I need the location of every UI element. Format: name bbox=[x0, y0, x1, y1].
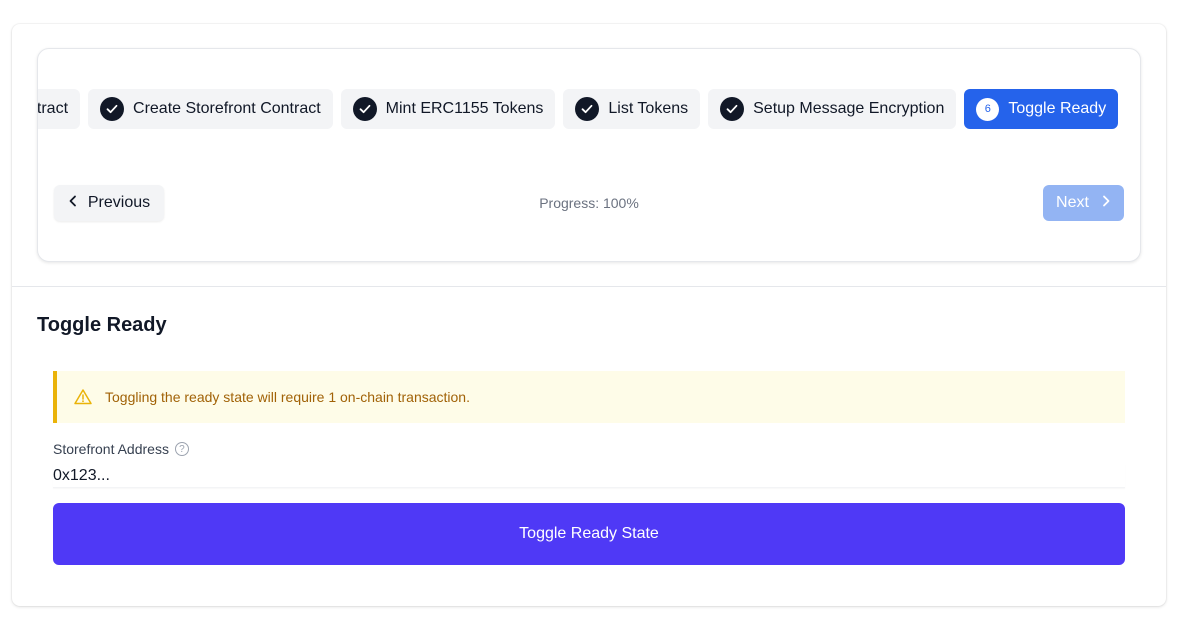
step-toggle-ready[interactable]: 6 Toggle Ready bbox=[964, 89, 1119, 129]
step-mint-erc1155-tokens[interactable]: Mint ERC1155 Tokens bbox=[340, 89, 556, 129]
chevron-right-icon bbox=[1101, 194, 1111, 212]
step-deploy-contract[interactable]: ntract bbox=[38, 89, 81, 129]
steps-row: ntract Create Storefront Contract Mint E… bbox=[38, 89, 1119, 129]
step-label: Mint ERC1155 Tokens bbox=[385, 100, 544, 117]
progress-text: Progress: 100% bbox=[539, 195, 639, 211]
step-create-storefront-contract[interactable]: Create Storefront Contract bbox=[88, 89, 333, 129]
step-label: List Tokens bbox=[608, 100, 689, 117]
step-setup-message-encryption[interactable]: Setup Message Encryption bbox=[708, 89, 957, 129]
check-icon bbox=[352, 97, 377, 121]
step-label: Toggle Ready bbox=[1008, 100, 1107, 117]
warning-triangle-icon bbox=[73, 387, 93, 407]
step-number-badge: 6 bbox=[976, 97, 1000, 121]
section-title: Toggle Ready bbox=[37, 314, 167, 336]
step-label: Setup Message Encryption bbox=[753, 100, 945, 117]
check-icon bbox=[100, 97, 125, 121]
storefront-address-input[interactable] bbox=[53, 464, 1125, 488]
stepper-card: ntract Create Storefront Contract Mint E… bbox=[37, 48, 1141, 262]
next-button[interactable]: Next bbox=[1043, 185, 1124, 221]
check-icon bbox=[720, 97, 745, 121]
question-circle-icon[interactable]: ? bbox=[174, 442, 189, 456]
alert-text: Toggling the ready state will require 1 … bbox=[105, 389, 470, 405]
step-label: Create Storefront Contract bbox=[133, 100, 321, 117]
step-list-tokens[interactable]: List Tokens bbox=[563, 89, 701, 129]
label-text: Storefront Address bbox=[53, 441, 169, 457]
stepper-nav: Previous Progress: 100% Next bbox=[54, 185, 1124, 221]
storefront-address-label: Storefront Address ? bbox=[53, 441, 189, 457]
steps-track[interactable]: ntract Create Storefront Contract Mint E… bbox=[38, 89, 1140, 129]
check-icon bbox=[575, 97, 600, 121]
warning-alert: Toggling the ready state will require 1 … bbox=[53, 371, 1125, 423]
step-label: ntract bbox=[38, 100, 69, 117]
next-label: Next bbox=[1056, 194, 1089, 211]
section-divider bbox=[12, 286, 1166, 287]
main-card: ntract Create Storefront Contract Mint E… bbox=[12, 24, 1166, 606]
toggle-ready-state-button[interactable]: Toggle Ready State bbox=[53, 503, 1125, 565]
